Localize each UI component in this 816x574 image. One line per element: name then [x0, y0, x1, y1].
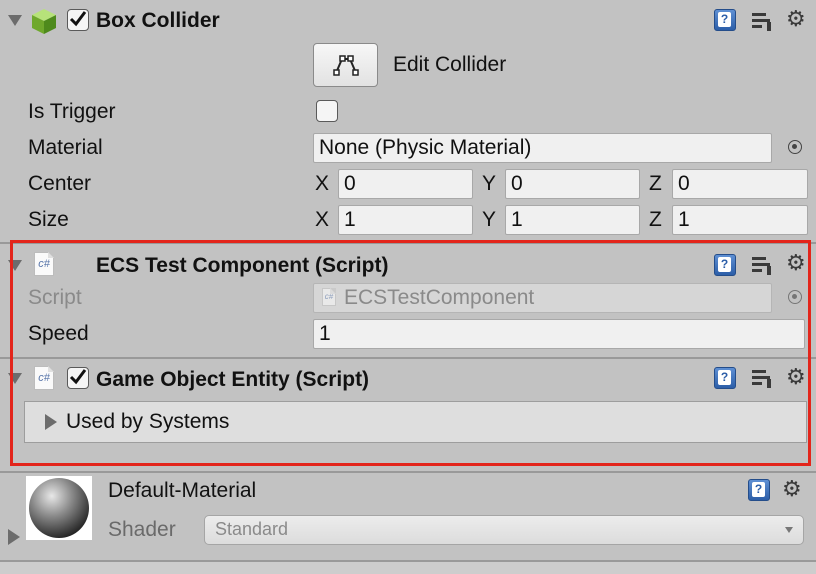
help-icon[interactable]: ? — [714, 9, 736, 31]
center-x-label: X — [315, 172, 330, 195]
script-label: Script — [28, 286, 82, 309]
preset-icon[interactable] — [752, 366, 774, 388]
size-x-field[interactable]: 1 — [338, 205, 473, 235]
size-label: Size — [28, 208, 69, 231]
gear-icon[interactable]: ⚙ — [786, 8, 806, 30]
edit-collider-button[interactable] — [313, 43, 378, 87]
center-z-label: Z — [649, 172, 662, 195]
chevron-down-icon — [785, 527, 793, 533]
material-label: Material — [28, 136, 103, 159]
is-trigger-checkbox[interactable] — [316, 100, 338, 122]
inspector-footer — [0, 562, 816, 574]
used-by-systems-label: Used by Systems — [66, 410, 230, 433]
material-preview — [26, 476, 92, 540]
size-z-field[interactable]: 1 — [672, 205, 808, 235]
help-icon[interactable]: ? — [714, 367, 736, 389]
box-collider-cube-icon — [32, 9, 56, 34]
shader-label: Shader — [108, 518, 176, 541]
size-y-label: Y — [482, 208, 497, 231]
speed-label: Speed — [28, 322, 89, 345]
material-title: Default-Material — [108, 479, 257, 502]
script-value: ECSTestComponent — [344, 286, 535, 309]
is-trigger-label: Is Trigger — [28, 100, 116, 123]
help-icon[interactable]: ? — [748, 479, 770, 501]
foldout-arrow-icon[interactable] — [8, 260, 22, 271]
material-field[interactable]: None (Physic Material) — [313, 133, 772, 163]
size-x-label: X — [315, 208, 330, 231]
object-picker-icon[interactable] — [788, 140, 802, 154]
csharp-script-icon: c# — [34, 366, 54, 390]
expand-arrow-icon[interactable] — [8, 529, 20, 545]
speed-field[interactable]: 1 — [313, 319, 805, 349]
csharp-script-icon: c# — [322, 288, 336, 306]
component-divider — [0, 471, 816, 473]
component-divider — [0, 242, 816, 244]
game-object-entity-title: Game Object Entity (Script) — [96, 368, 370, 391]
center-y-field[interactable]: 0 — [505, 169, 640, 199]
csharp-script-icon: c# — [34, 252, 54, 276]
component-divider — [0, 357, 816, 359]
center-label: Center — [28, 172, 92, 195]
help-icon[interactable]: ? — [714, 254, 736, 276]
size-z-label: Z — [649, 208, 662, 231]
foldout-arrow-icon[interactable] — [8, 373, 22, 384]
preset-icon[interactable] — [752, 9, 774, 31]
preset-icon[interactable] — [752, 253, 774, 275]
expand-arrow-icon[interactable] — [45, 414, 57, 430]
shader-dropdown[interactable]: Standard — [204, 515, 804, 545]
edit-collider-label: Edit Collider — [393, 53, 507, 76]
gear-icon[interactable]: ⚙ — [782, 478, 802, 500]
shader-value: Standard — [215, 519, 289, 539]
foldout-arrow-icon[interactable] — [8, 15, 22, 26]
sphere-preview-icon — [29, 478, 89, 538]
ecs-test-component-title: ECS Test Component (Script) — [96, 254, 389, 277]
box-collider-enabled-checkbox[interactable] — [67, 9, 89, 31]
used-by-systems-foldout[interactable]: Used by Systems — [24, 401, 807, 443]
box-collider-title: Box Collider — [96, 9, 220, 32]
center-y-label: Y — [482, 172, 497, 195]
object-picker-icon — [788, 290, 802, 304]
script-field: ECSTestComponent — [313, 283, 772, 313]
center-z-field[interactable]: 0 — [672, 169, 808, 199]
gear-icon[interactable]: ⚙ — [786, 252, 806, 274]
game-object-entity-enabled-checkbox[interactable] — [67, 367, 89, 389]
center-x-field[interactable]: 0 — [338, 169, 473, 199]
gear-icon[interactable]: ⚙ — [786, 366, 806, 388]
edit-collider-icon — [333, 55, 359, 76]
size-y-field[interactable]: 1 — [505, 205, 640, 235]
